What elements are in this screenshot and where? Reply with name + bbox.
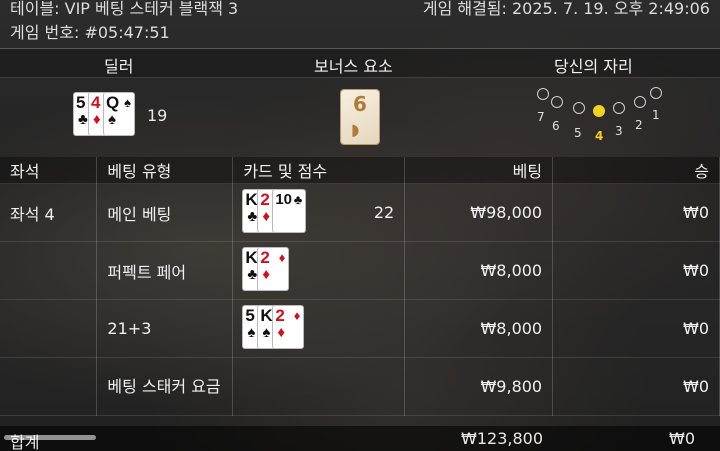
card-2-diamonds: 2 ♦ ♦ bbox=[273, 306, 304, 348]
seat-1-dot bbox=[650, 87, 662, 99]
hand-score: 22 bbox=[373, 203, 395, 222]
table-row: 베팅 스태커 요금 ₩9,800 ₩0 bbox=[0, 357, 720, 416]
card-2-diamonds: 2 ♦ ♦ bbox=[258, 248, 289, 290]
table-row: 퍼펙트 페어 K ♣ 2 ♦ ♦ ₩8,000 ₩0 bbox=[0, 241, 720, 300]
cards-cell: K ♣ 2 ♦ 10 ♣ 22 bbox=[232, 183, 406, 242]
bet-type-cell: 퍼펙트 페어 bbox=[96, 241, 234, 300]
col-seat: 좌석 bbox=[0, 157, 98, 184]
seat-cell bbox=[0, 299, 98, 358]
seat-7-dot bbox=[537, 88, 549, 100]
bonus-heading: 보너스 요소 bbox=[314, 57, 393, 76]
win-amount: ₩0 bbox=[552, 241, 720, 300]
seat-cell bbox=[0, 241, 98, 300]
bet-amount: ₩8,000 bbox=[404, 299, 554, 358]
seat-2-dot bbox=[634, 96, 646, 108]
col-cards-score: 카드 및 점수 bbox=[232, 157, 406, 184]
dealer-score: 19 bbox=[147, 106, 168, 125]
table-row: 좌석 4 메인 베팅 K ♣ 2 ♦ 10 ♣ 22 ₩98,000 ₩0 bbox=[0, 183, 720, 242]
bet-type-cell: 메인 베팅 bbox=[96, 183, 234, 242]
win-amount: ₩0 bbox=[552, 299, 720, 358]
bet-amount: ₩8,000 bbox=[404, 241, 554, 300]
col-bet-type: 베팅 유형 bbox=[96, 157, 234, 184]
your-seat-heading: 당신의 자리 bbox=[554, 57, 633, 76]
card-10-clubs: 10 ♣ bbox=[273, 190, 306, 232]
dealer-heading: 딜러 bbox=[104, 57, 134, 76]
cards-cell bbox=[232, 357, 406, 416]
seat-5-dot bbox=[573, 102, 585, 114]
seat-4-dot-selected bbox=[593, 105, 605, 117]
bet-amount: ₩98,000 bbox=[404, 183, 554, 242]
total-label: 합계 bbox=[10, 433, 40, 451]
bet-history-detail: 테이블: VIP 베팅 스테커 블랙잭 3 게임 해결됨: 2025. 7. 1… bbox=[0, 0, 720, 451]
total-row: 합계 ₩123,800 ₩0 bbox=[0, 426, 720, 451]
seat-6-dot bbox=[551, 96, 563, 108]
total-win: ₩0 bbox=[669, 429, 695, 448]
horizontal-scrollbar[interactable] bbox=[4, 435, 96, 440]
win-amount: ₩0 bbox=[552, 183, 720, 242]
section-headers: 딜러 보너스 요소 당신의 자리 bbox=[0, 48, 720, 78]
col-bet: 베팅 bbox=[404, 157, 554, 184]
total-bet: ₩123,800 bbox=[461, 429, 543, 448]
seat-3-dot bbox=[613, 102, 625, 114]
seat-cell bbox=[0, 357, 98, 416]
cards-cell: 5 ♠ K ♠ 2 ♦ ♦ bbox=[232, 299, 406, 358]
bet-amount: ₩9,800 bbox=[404, 357, 554, 416]
bonus-card: 6 ◗ bbox=[341, 90, 379, 144]
bet-table-header: 좌석 베팅 유형 카드 및 점수 베팅 승 bbox=[0, 157, 720, 184]
card-Q-spades: Q ♠ ♠ bbox=[104, 93, 134, 135]
table-row: 21+3 5 ♠ K ♠ 2 ♦ ♦ ₩8,000 ₩0 bbox=[0, 299, 720, 358]
win-amount: ₩0 bbox=[552, 357, 720, 416]
game-number: 게임 번호: #05:47:51 bbox=[10, 23, 170, 42]
bet-table: 좌석 베팅 유형 카드 및 점수 베팅 승 좌석 4 메인 베팅 K ♣ 2 ♦ 1… bbox=[0, 157, 720, 416]
col-win: 승 bbox=[552, 157, 720, 184]
table-name: 테이블: VIP 베팅 스테커 블랙잭 3 bbox=[10, 0, 239, 18]
bet-type-cell: 21+3 bbox=[96, 299, 234, 358]
bet-type-cell: 베팅 스태커 요금 bbox=[96, 357, 234, 416]
cards-cell: K ♣ 2 ♦ ♦ bbox=[232, 241, 406, 300]
seat-cell: 좌석 4 bbox=[0, 183, 98, 242]
bonus-icon: ◗ bbox=[351, 120, 360, 139]
game-settled-time: 게임 해결됨: 2025. 7. 19. 오후 2:49:06 bbox=[422, 0, 710, 18]
